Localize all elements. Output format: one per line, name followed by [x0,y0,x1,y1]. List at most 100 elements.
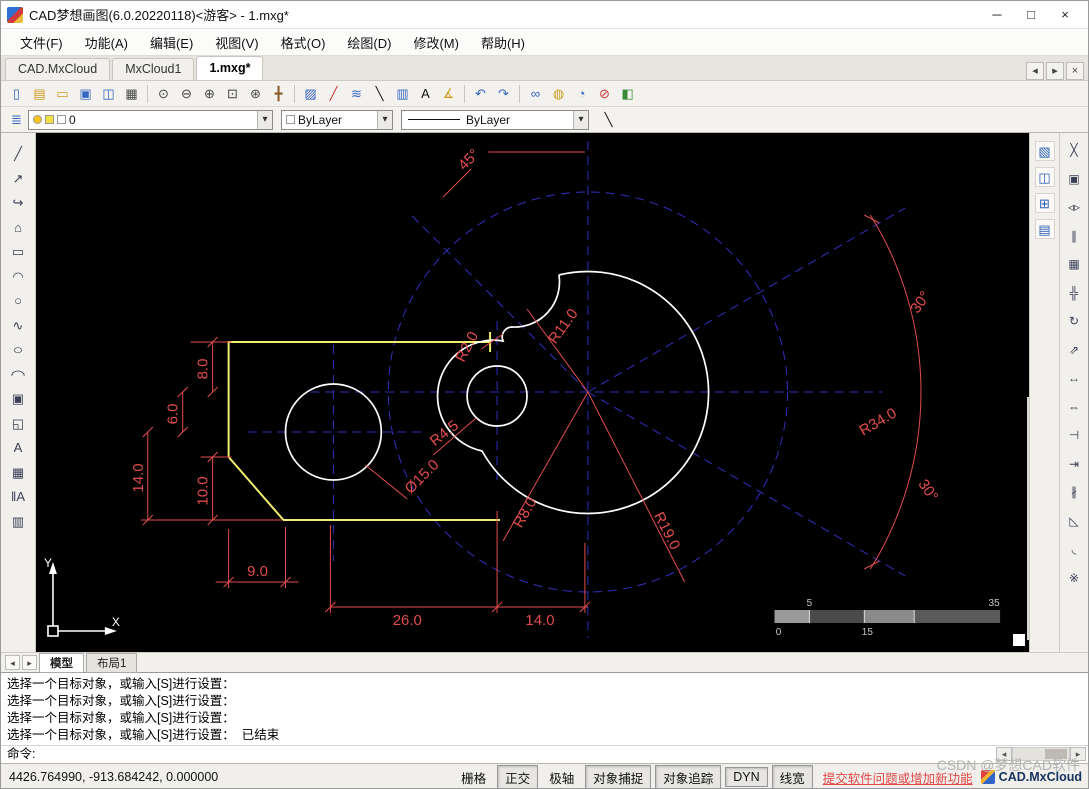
dim-9[interactable]: 9.0 [247,563,268,580]
hyperlink-icon[interactable]: ∞ [525,83,546,104]
fillet-tool-icon[interactable]: ◟ [1064,540,1084,560]
toggle-lineweight[interactable]: 线宽 [771,764,813,788]
insert-block-tool-icon[interactable]: ▣ [6,388,30,409]
linetype-select[interactable]: ByLayer ▾ [401,109,589,130]
cloud-icon[interactable]: ◔ [571,83,592,104]
doc-tab-1mxg-active[interactable]: 1.mxg* [196,56,264,80]
scroll-track[interactable] [1012,747,1070,761]
mirror-tool-icon[interactable]: ◃▹ [1064,198,1084,218]
doc-tab-mxcloud1[interactable]: MxCloud1 [112,58,195,80]
new-template-icon[interactable]: ▤ [29,83,50,104]
chamfer-tool-icon[interactable]: ◺ [1064,512,1084,532]
offset-tool-icon[interactable]: ∥ [1064,227,1084,247]
circle-tool-icon[interactable]: ○ [6,290,30,311]
edit-pencil-icon[interactable]: ╱ [323,83,344,104]
sheet-tab-layout1[interactable]: 布局1 [86,652,138,673]
zoom-out-icon[interactable]: ⊖ [176,83,197,104]
scale-tool-icon[interactable]: ⇗ [1064,341,1084,361]
layer-select-dropdown-icon[interactable]: ▾ [257,110,272,129]
toggle-polar[interactable]: 极轴 [542,766,581,789]
save-as-icon[interactable]: ◫ [98,83,119,104]
rotate-tool-icon[interactable]: ↻ [1064,312,1084,332]
regen-icon[interactable]: ◫ [1034,167,1055,187]
color-select-dropdown-icon[interactable]: ▾ [377,110,392,129]
save-icon[interactable]: ▣ [75,83,96,104]
dim-r19[interactable]: R19.0 [650,509,683,552]
doc-tab-cadmxcloud[interactable]: CAD.MxCloud [5,58,111,80]
minimize-button[interactable]: ─ [980,3,1014,27]
paint-brush-icon[interactable]: ╲ [369,83,390,104]
web-icon[interactable]: ◍ [548,83,569,104]
stop-icon[interactable]: ⊘ [594,83,615,104]
toggle-dyn[interactable]: DYN [725,767,768,787]
arc-tool-icon[interactable]: ◠ [6,266,30,287]
dim-r11[interactable]: R11.0 [545,306,582,347]
pan-icon[interactable]: ╋ [268,83,289,104]
hatch-tool-icon[interactable]: ▦ [6,462,30,483]
region-tool-icon[interactable]: ◱ [6,413,30,434]
break-tool-icon[interactable]: ∦ [1064,483,1084,503]
explode-tool-icon[interactable]: ※ [1064,569,1084,589]
drawing-canvas[interactable]: 45° 30° 30° R2.0 R11.0 R4.5 Ø15.0 R8.0 R… [36,133,1029,652]
trim-tool-icon[interactable]: ⊣ [1064,426,1084,446]
text-edit-icon[interactable]: A [415,83,436,104]
rectangle-tool-icon[interactable]: ▭ [6,241,30,262]
dim-r2[interactable]: R2.0 [452,329,482,365]
diagonal-30-upper-centerline[interactable] [587,207,906,393]
viewport-config-icon[interactable]: ▤ [1034,219,1055,239]
dim-6[interactable]: 6.0 [165,404,182,425]
erase-tool-icon[interactable]: ╳ [1064,141,1084,161]
draw-order-icon[interactable]: ▨ [300,83,321,104]
zoom-previous-icon[interactable]: ⊙ [153,83,174,104]
text-tool-icon[interactable]: A [6,437,30,458]
polygon-tool-icon[interactable]: ⌂ [6,217,30,238]
new-file-icon[interactable]: ▯ [6,83,27,104]
extend-tool-icon[interactable]: ⇥ [1064,455,1084,475]
zoom-window-icon[interactable]: ⊡ [222,83,243,104]
tab-scroll-right-icon[interactable]: ▸ [1046,62,1064,80]
redo-icon[interactable]: ↷ [493,83,514,104]
sheet-tab-model[interactable]: 模型 [39,652,84,673]
stretch-tool-icon[interactable]: ↔ [1064,369,1084,389]
insert-image-icon[interactable]: ◧ [617,83,638,104]
spline-tool-icon[interactable]: ∿ [6,315,30,336]
dim-26[interactable]: 26.0 [393,612,422,629]
menu-function[interactable]: 功能(A) [74,30,139,55]
menu-modify[interactable]: 修改(M) [402,30,470,55]
sheet-prev-icon[interactable]: ◂ [5,655,20,670]
open-file-icon[interactable]: ▭ [52,83,73,104]
dim-angle-30-bottom[interactable]: 30° [914,476,941,504]
dim-r8[interactable]: R8.0 [510,495,541,531]
ellipse-tool-icon[interactable]: ○ [2,339,34,360]
lengthen-tool-icon[interactable]: ⇔ [1064,398,1084,418]
diagonal-30-lower-centerline[interactable] [587,391,906,577]
table-tool-icon[interactable]: ▥ [6,511,30,532]
menu-help[interactable]: 帮助(H) [470,30,536,55]
mtext-tool-icon[interactable]: ‖A [6,486,30,507]
command-prompt[interactable]: 命令: ◂ ▸ [1,745,1088,763]
dim-r34[interactable]: R34.0 [857,405,900,440]
dim-14-vert[interactable]: 14.0 [130,463,147,492]
command-history[interactable]: 选择一个目标对象，或输入[S]进行设置： 选择一个目标对象，或输入[S]进行设置… [1,672,1088,745]
color-palette-icon[interactable]: ≋ [346,83,367,104]
match-properties-icon[interactable]: ╲ [598,109,619,130]
close-button[interactable]: × [1048,3,1082,27]
move-tool-icon[interactable]: ╬ [1064,284,1084,304]
array-tool-icon[interactable]: ▦ [1064,255,1084,275]
menu-view[interactable]: 视图(V) [204,30,269,55]
feedback-link[interactable]: 提交软件问题或增加新功能 [823,768,973,787]
toggle-ortho[interactable]: 正交 [497,764,539,788]
sheet-next-icon[interactable]: ▸ [22,655,37,670]
tab-scroll-left-icon[interactable]: ◂ [1026,62,1044,80]
layers-manager-icon[interactable]: ≣ [6,109,27,130]
named-views-icon[interactable]: ⊞ [1034,193,1055,213]
linetype-select-dropdown-icon[interactable]: ▾ [573,110,588,129]
toggle-otrack[interactable]: 对象追踪 [655,764,722,788]
line-tool-icon[interactable]: ╱ [6,143,30,164]
table-icon[interactable]: ▥ [392,83,413,104]
dim-8[interactable]: 8.0 [195,359,212,380]
ellipse-arc-tool-icon[interactable]: ◠ [2,364,34,385]
menu-format[interactable]: 格式(O) [270,30,337,55]
toggle-grid[interactable]: 栅格 [454,766,493,789]
scroll-thumb[interactable] [1045,749,1067,759]
